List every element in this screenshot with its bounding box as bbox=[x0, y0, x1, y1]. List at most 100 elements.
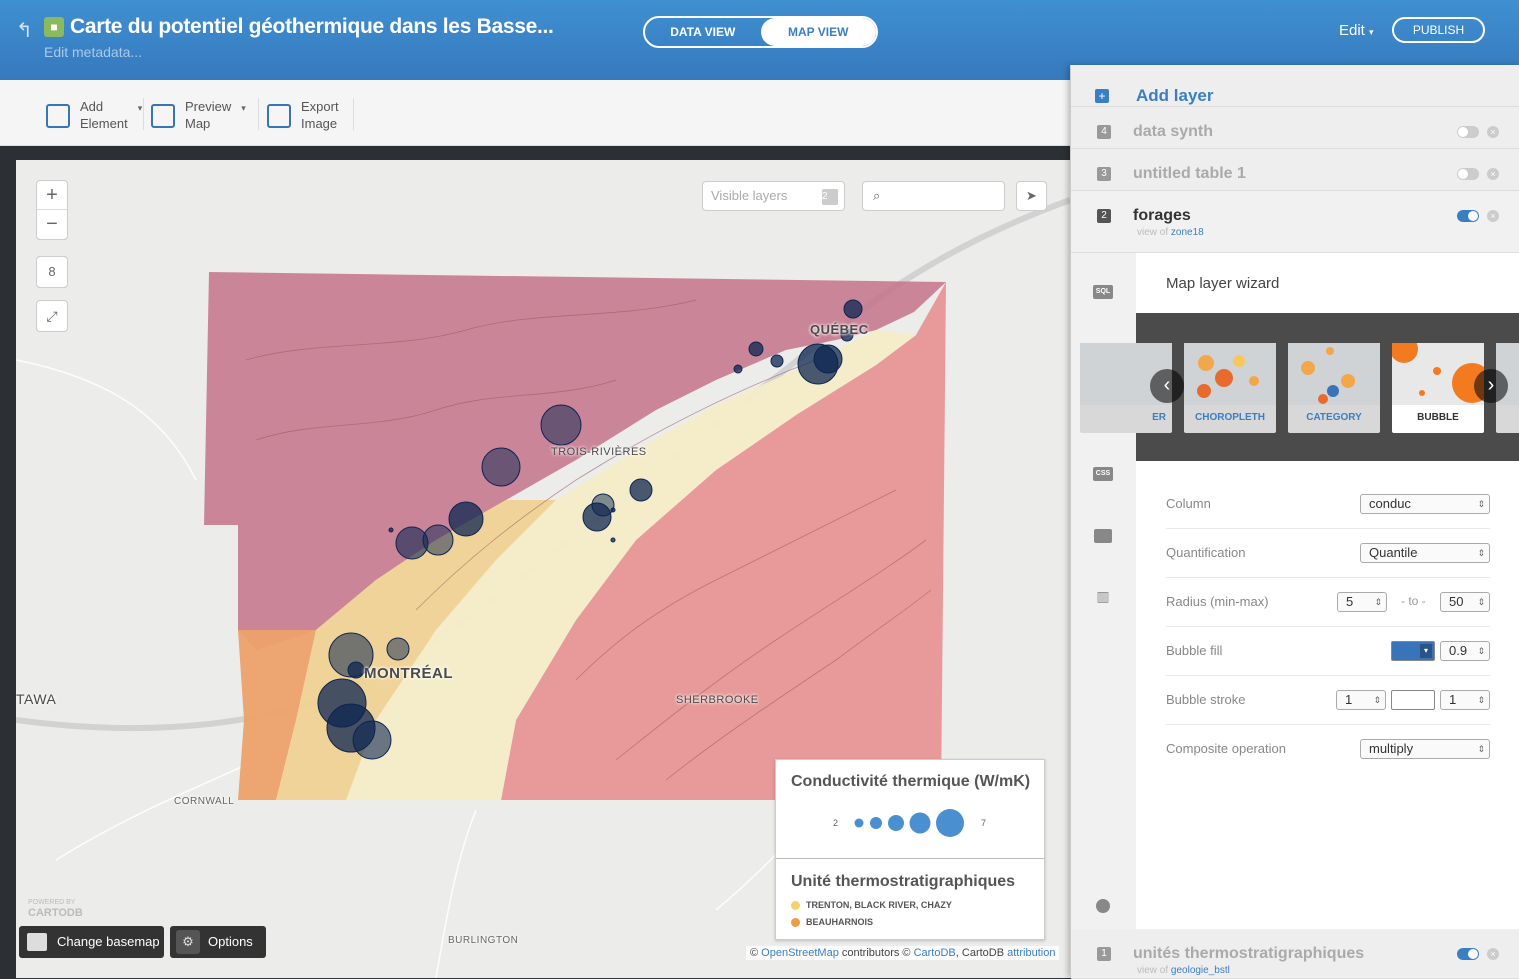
layer-source-link[interactable]: zone18 bbox=[1171, 227, 1204, 238]
form-row-radius: Radius (min-max) 5 - to - 50 bbox=[1166, 578, 1490, 627]
stroke-width-input[interactable]: 1 bbox=[1336, 690, 1386, 710]
osm-link[interactable]: OpenStreetMap bbox=[761, 947, 839, 959]
lock-icon[interactable]: ■ bbox=[44, 17, 64, 37]
layer-visibility-toggle[interactable] bbox=[1457, 948, 1479, 960]
change-basemap-label: Change basemap bbox=[57, 934, 160, 949]
attribution-text: contributors © bbox=[838, 947, 914, 959]
card-thumbnail bbox=[1288, 343, 1380, 405]
zoom-in-button[interactable]: + bbox=[37, 181, 67, 210]
legend-swatch bbox=[791, 900, 800, 910]
legend-category-title: Unité thermostratigraphiques bbox=[791, 873, 1016, 890]
layer-number: 4 bbox=[1097, 125, 1111, 139]
zoom-out-button[interactable]: − bbox=[37, 210, 67, 239]
city-label: MONTRÉAL bbox=[364, 665, 453, 682]
wizard-title: Map layer wizard bbox=[1166, 275, 1280, 292]
preview-map-button[interactable]: Preview Map ▾ bbox=[151, 98, 246, 132]
edit-menu[interactable]: Edit ▾ bbox=[1339, 22, 1374, 39]
layer-number: 2 bbox=[1097, 209, 1111, 223]
view-toggle: DATA VIEW MAP VIEW bbox=[643, 16, 878, 48]
layer-visibility-toggle[interactable] bbox=[1457, 126, 1479, 138]
form-row-fill: Bubble fill ▾ 0.9 bbox=[1166, 627, 1490, 676]
visualization-carousel: ER CHOROPLETH CATEGORY BUBBLE ‹ › bbox=[1080, 313, 1519, 461]
share-icon[interactable]: ➤ bbox=[1016, 181, 1047, 211]
attribution-text: , CartoDB bbox=[955, 947, 1008, 959]
radius-to-label: - to - bbox=[1401, 594, 1426, 608]
edit-metadata-link[interactable]: Edit metadata... bbox=[44, 44, 142, 60]
carousel-next-arrow[interactable]: › bbox=[1474, 369, 1508, 403]
layer-name[interactable]: data synth bbox=[1133, 123, 1213, 141]
fill-color-picker[interactable]: ▾ bbox=[1391, 641, 1435, 661]
visible-layers-label: Visible layers bbox=[711, 188, 788, 203]
view-of-label: view of bbox=[1137, 965, 1169, 976]
add-element-button[interactable]: Add Element ▾ bbox=[46, 98, 142, 132]
legend-item: TRENTON, BLACK RIVER, CHAZY bbox=[791, 900, 952, 910]
caret-down-icon: ▾ bbox=[137, 103, 143, 113]
export-image-button[interactable]: Export Image bbox=[267, 98, 339, 132]
map-canvas[interactable]: + − 8 ⤢ Visible layers 2 ⌕ ➤ QUÉBEC TROI… bbox=[16, 160, 1070, 978]
back-arrow-icon[interactable]: ↰ bbox=[16, 18, 33, 43]
layer-source-link[interactable]: geologie_bstl bbox=[1171, 965, 1230, 976]
layer-name[interactable]: forages bbox=[1133, 207, 1191, 225]
viz-card-bubble[interactable]: BUBBLE bbox=[1392, 343, 1484, 433]
legend-swatch bbox=[791, 917, 800, 927]
layer-name[interactable]: untitled table 1 bbox=[1133, 165, 1246, 183]
bubble-thumbnail bbox=[1392, 343, 1484, 403]
add-layer-label: Add layer bbox=[1136, 86, 1214, 105]
add-layer-button[interactable]: + Add layer bbox=[1071, 65, 1519, 107]
visible-layers-button[interactable]: Visible layers 2 bbox=[702, 181, 845, 211]
toolbar-divider bbox=[258, 98, 259, 130]
sql-icon[interactable]: SQL bbox=[1093, 285, 1113, 299]
caret-down-icon: ▾ bbox=[241, 103, 246, 113]
caret-down-icon: ▾ bbox=[1369, 27, 1374, 37]
options-button[interactable]: ⚙ Options bbox=[170, 926, 266, 958]
column-select[interactable]: conduc bbox=[1360, 494, 1490, 514]
city-label: TROIS-RIVIÈRES bbox=[551, 446, 647, 458]
fullscreen-icon[interactable]: ⤢ bbox=[36, 300, 68, 332]
map-title[interactable]: Carte du potentiel géothermique dans les… bbox=[70, 15, 554, 39]
layer-row-3[interactable]: 3 untitled table 1 × bbox=[1071, 149, 1519, 191]
layer-row-4[interactable]: 4 data synth × bbox=[1071, 107, 1519, 149]
remove-layer-icon[interactable]: × bbox=[1487, 210, 1499, 222]
composite-select[interactable]: multiply bbox=[1360, 739, 1490, 759]
toolbar-divider bbox=[143, 98, 144, 130]
remove-layer-icon[interactable]: × bbox=[1487, 948, 1499, 960]
map-search-input[interactable]: ⌕ bbox=[862, 181, 1005, 211]
quantification-select[interactable]: Quantile bbox=[1360, 543, 1490, 563]
attribution-link[interactable]: attribution bbox=[1007, 947, 1055, 959]
fill-opacity-input[interactable]: 0.9 bbox=[1440, 641, 1490, 661]
viz-card-category[interactable]: CATEGORY bbox=[1288, 343, 1380, 433]
viz-card-choropleth[interactable]: CHOROPLETH bbox=[1184, 343, 1276, 433]
tab-map-view[interactable]: MAP VIEW bbox=[760, 18, 876, 46]
remove-layer-icon[interactable]: × bbox=[1487, 168, 1499, 180]
filters-icon[interactable]: ▥ bbox=[1094, 589, 1112, 603]
city-label: CORNWALL bbox=[174, 796, 235, 807]
layer-row-1[interactable]: 1 unités thermostratigraphiques view of … bbox=[1071, 929, 1519, 979]
carousel-prev-arrow[interactable]: ‹ bbox=[1150, 369, 1184, 403]
layer-visibility-toggle[interactable] bbox=[1457, 168, 1479, 180]
zoom-control: + − bbox=[36, 180, 68, 240]
remove-layer-icon[interactable]: × bbox=[1487, 126, 1499, 138]
css-icon[interactable]: CSS bbox=[1093, 467, 1113, 481]
export-image-label-1: Export bbox=[301, 99, 339, 114]
city-label: SHERBROOKE bbox=[676, 694, 759, 706]
column-label: Column bbox=[1166, 496, 1211, 511]
publish-button[interactable]: PUBLISH bbox=[1392, 17, 1485, 43]
tab-data-view[interactable]: DATA VIEW bbox=[645, 18, 761, 46]
layer-visibility-toggle[interactable] bbox=[1457, 210, 1479, 222]
radius-min-input[interactable]: 5 bbox=[1337, 592, 1387, 612]
stroke-opacity-input[interactable]: 1 bbox=[1440, 690, 1490, 710]
cartodb-link[interactable]: CartoDB bbox=[914, 947, 956, 959]
card-label: CHOROPLETH bbox=[1195, 412, 1265, 423]
legend-icon[interactable] bbox=[1094, 529, 1112, 543]
stroke-color-picker[interactable] bbox=[1391, 690, 1435, 710]
change-basemap-button[interactable]: Change basemap bbox=[19, 926, 164, 958]
layer-name[interactable]: unités thermostratigraphiques bbox=[1133, 945, 1364, 963]
card-label: BUBBLE bbox=[1417, 412, 1459, 423]
layer-row-2[interactable]: 2 forages view of zone18 × bbox=[1071, 191, 1519, 253]
annotation-icon[interactable] bbox=[1096, 899, 1110, 913]
add-element-label-1: Add bbox=[80, 99, 104, 114]
radius-max-input[interactable]: 50 bbox=[1440, 592, 1490, 612]
map-legend: Conductivité thermique (W/mK) 2 7 Unité … bbox=[775, 759, 1045, 940]
map-layer-wizard: Map layer wizard ER CHOROPLETH CATEGORY bbox=[1080, 253, 1519, 929]
legend-divider bbox=[776, 858, 1044, 859]
